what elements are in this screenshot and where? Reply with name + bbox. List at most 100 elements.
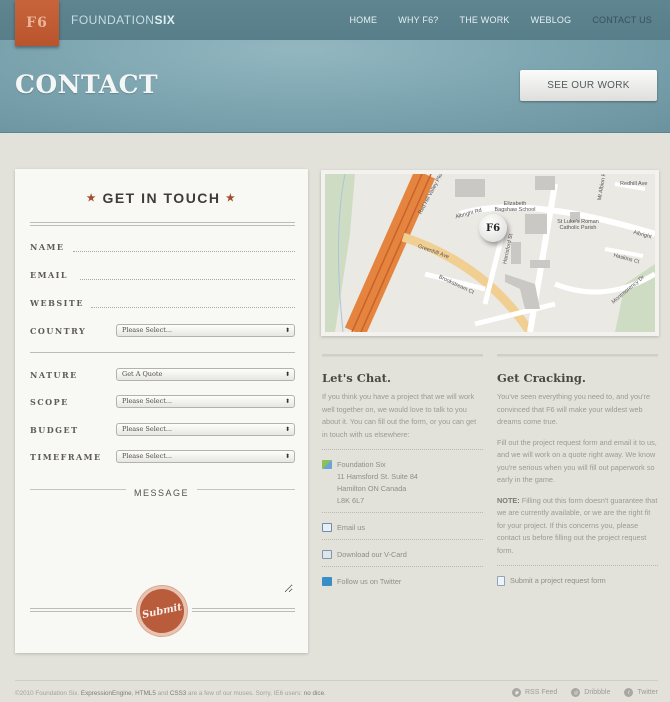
budget-select[interactable]: Please Select... ⬍ <box>116 423 295 436</box>
lets-chat-title: Let's Chat. <box>322 371 391 385</box>
map-icon <box>322 460 332 469</box>
nav-the-work[interactable]: THE WORK <box>460 15 510 25</box>
nav-contact-us[interactable]: CONTACT US <box>592 15 652 25</box>
timeframe-label: TIMEFRAME <box>30 452 102 462</box>
get-cracking-p1: You've seen everything you need to, and … <box>497 392 651 426</box>
divider <box>30 222 295 226</box>
project-request-link[interactable]: Submit a project request form <box>497 575 658 587</box>
dribbble-link[interactable]: ◎ Dribbble <box>571 688 610 697</box>
nav-home[interactable]: HOME <box>349 15 377 25</box>
brand-bold: SIX <box>154 13 176 27</box>
rss-label: RSS Feed <box>525 689 558 696</box>
select-arrows-icon: ⬍ <box>284 398 290 405</box>
website-input[interactable] <box>91 307 295 308</box>
footer-text: ©2010 Foundation Six. <box>15 690 81 697</box>
name-label: NAME <box>30 242 65 252</box>
get-cracking-note: NOTE: Filling out this form doesn't guar… <box>497 495 658 558</box>
nature-select[interactable]: Get A Quote ⬍ <box>116 368 295 381</box>
country-select[interactable]: Please Select... ⬍ <box>116 324 295 337</box>
twitter-label: Twitter <box>637 689 658 696</box>
nature-label: NATURE <box>30 370 78 380</box>
timeframe-value: Please Select... <box>122 452 173 460</box>
select-arrows-icon: ⬍ <box>284 426 290 433</box>
vcard-icon <box>322 550 332 559</box>
divider <box>497 565 658 566</box>
map-graphic <box>325 174 655 332</box>
map-label: Elizabeth Bagshaw School <box>494 201 536 213</box>
dribbble-label: Dribbble <box>584 689 611 696</box>
twitter-link[interactable]: Follow us on Twitter <box>322 576 483 588</box>
form-title: ★ GET IN TOUCH ★ <box>15 190 308 206</box>
scope-label: SCOPE <box>30 397 69 407</box>
message-label: MESSAGE <box>15 483 308 501</box>
logo[interactable]: F6 <box>15 0 59 46</box>
country-label: COUNTRY <box>30 326 87 336</box>
expressionengine-link[interactable]: ExpressionEngine <box>81 690 132 697</box>
note-label: NOTE: <box>497 495 520 505</box>
document-icon <box>497 576 505 586</box>
divider <box>322 512 483 513</box>
twitter-icon: t <box>624 688 634 697</box>
nav-why-f6[interactable]: WHY F6? <box>398 15 438 25</box>
scope-select[interactable]: Please Select... ⬍ <box>116 395 295 408</box>
get-cracking-section: Get Cracking. You've seen everything you… <box>497 354 658 587</box>
project-request-link-text[interactable]: Submit a project request form <box>510 575 606 587</box>
location-map-frame: Red Hill Valley Pkwy Albright Rd Elizabe… <box>321 170 659 336</box>
footer-text: and <box>155 690 170 697</box>
email-link[interactable]: Email us <box>322 522 483 534</box>
footer-copyright: ©2010 Foundation Six. ExpressionEngine, … <box>15 690 326 697</box>
divider <box>322 449 483 450</box>
email-input[interactable] <box>80 279 295 280</box>
address-name: Foundation Six <box>337 460 386 469</box>
rss-feed-link[interactable]: ◉ RSS Feed <box>512 688 557 697</box>
select-arrows-icon: ⬍ <box>284 327 290 334</box>
divider <box>192 608 295 612</box>
address-line3: L8K 6L7 <box>337 496 365 505</box>
dribbble-icon: ◎ <box>571 688 581 697</box>
lets-chat-body: If you think you have a project that we … <box>322 392 477 439</box>
message-textarea[interactable] <box>31 503 293 593</box>
brand-light: FOUNDATION <box>71 13 155 27</box>
get-cracking-p2: Fill out the project request form and em… <box>497 437 657 485</box>
select-arrows-icon: ⬍ <box>284 371 290 378</box>
address-line1: 11 Hamsford St. Suite 84 <box>337 472 418 481</box>
twitter-link-text[interactable]: Follow us on Twitter <box>337 576 401 588</box>
vcard-link-text[interactable]: Download our V-Card <box>337 549 407 561</box>
map-pin-icon[interactable]: F6 <box>479 214 507 242</box>
see-our-work-button[interactable]: SEE OUR WORK <box>520 70 657 101</box>
footer-social-links: ◉ RSS Feed ◎ Dribbble t Twitter <box>512 688 658 697</box>
brand-name[interactable]: FOUNDATIONSIX <box>71 13 175 27</box>
nav-weblog[interactable]: WEBLOG <box>531 15 572 25</box>
html5-link[interactable]: HTML5 <box>135 690 156 697</box>
star-icon: ★ <box>225 193 237 204</box>
vcard-link[interactable]: Download our V-Card <box>322 549 483 561</box>
twitter-icon <box>322 577 332 586</box>
budget-value: Please Select... <box>122 425 173 433</box>
page-title: CONTACT <box>15 70 159 99</box>
name-input[interactable] <box>73 251 295 252</box>
email-link-text[interactable]: Email us <box>337 522 365 534</box>
email-label: EMAIL <box>30 270 69 280</box>
divider <box>30 608 132 612</box>
note-text: Filling out this form doesn't guarantee … <box>497 495 658 555</box>
lets-chat-section: Let's Chat. If you think you have a proj… <box>322 354 483 588</box>
twitter-footer-link[interactable]: t Twitter <box>624 688 658 697</box>
divider <box>322 566 483 567</box>
country-value: Please Select... <box>122 326 173 334</box>
website-label: WEBSITE <box>30 298 84 308</box>
select-arrows-icon: ⬍ <box>284 453 290 460</box>
no-dice-link[interactable]: no dice <box>304 690 324 697</box>
divider <box>497 354 658 357</box>
get-cracking-title: Get Cracking. <box>497 371 586 385</box>
divider <box>322 354 483 357</box>
address-line2: Hamilton ON Canada <box>337 484 407 493</box>
star-icon: ★ <box>86 193 98 204</box>
form-title-text: GET IN TOUCH <box>102 190 221 206</box>
timeframe-select[interactable]: Please Select... ⬍ <box>116 450 295 463</box>
address-block: Foundation Six 11 Hamsford St. Suite 84 … <box>322 459 483 507</box>
envelope-icon <box>322 523 332 532</box>
rss-icon: ◉ <box>512 688 521 697</box>
css3-link[interactable]: CSS3 <box>170 690 186 697</box>
location-map[interactable]: Red Hill Valley Pkwy Albright Rd Elizabe… <box>325 174 655 332</box>
map-label: St Luke's Roman Catholic Parish <box>557 219 599 231</box>
